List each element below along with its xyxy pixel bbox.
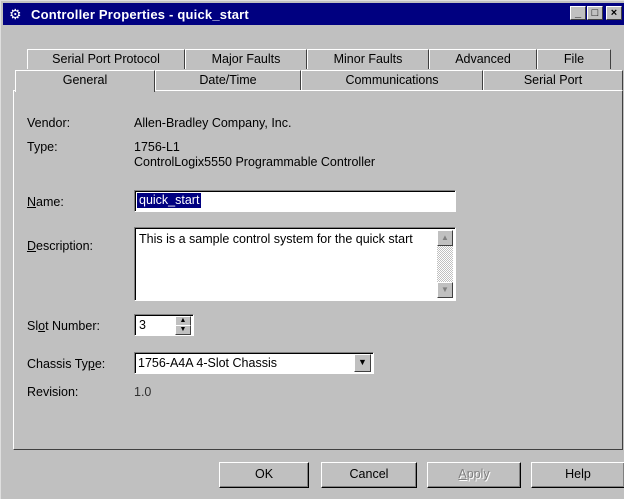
slot-number-spinner[interactable]: 3 ▲ ▼ — [134, 314, 194, 336]
help-button[interactable]: Help — [531, 462, 624, 488]
chassis-label-accelerator: p — [87, 357, 95, 371]
apply-accelerator: A — [458, 467, 467, 481]
chassis-type-dropdown[interactable]: 1756-A4A 4-Slot Chassis ▼ — [134, 352, 374, 374]
chassis-type-value: 1756-A4A 4-Slot Chassis — [138, 356, 277, 370]
vendor-value: Allen-Bradley Company, Inc. — [134, 116, 292, 130]
cancel-button[interactable]: Cancel — [321, 462, 417, 488]
controller-properties-dialog: ⚙ Controller Properties - quick_start _ … — [0, 0, 624, 499]
controller-icon: ⚙ — [9, 6, 22, 22]
maximize-button[interactable]: □ — [587, 6, 603, 20]
tab-advanced[interactable]: Advanced — [429, 49, 537, 69]
tab-minor-faults[interactable]: Minor Faults — [307, 49, 429, 69]
name-label: Name: — [27, 195, 64, 209]
general-tab-panel: Vendor: Allen-Bradley Company, Inc. Type… — [13, 90, 623, 450]
description-label-accelerator: D — [27, 239, 37, 253]
tab-general[interactable]: General — [15, 70, 155, 92]
tab-major-faults[interactable]: Major Faults — [185, 49, 307, 69]
description-value: This is a sample control system for the … — [139, 232, 413, 246]
tab-serial-port-protocol[interactable]: Serial Port Protocol — [27, 49, 185, 69]
name-input-value: quick_start — [137, 193, 202, 208]
close-button[interactable]: × — [606, 6, 622, 20]
scroll-up-arrow-icon[interactable]: ▲ — [437, 230, 453, 246]
slot-label-rest: t Number: — [45, 319, 100, 333]
name-input[interactable]: quick_start — [134, 190, 456, 212]
description-label: Description: — [27, 239, 93, 253]
type-description-value: ControlLogix5550 Programmable Controller — [134, 155, 376, 169]
type-model-value: 1756-L1 — [134, 140, 180, 154]
type-label: Type: — [27, 140, 58, 154]
revision-label: Revision: — [27, 385, 79, 399]
tab-date-time[interactable]: Date/Time — [155, 70, 301, 92]
tab-file[interactable]: File — [537, 49, 611, 69]
name-label-text: ame: — [36, 195, 64, 209]
chassis-label-pre: Chassis Ty — [27, 357, 88, 371]
apply-label-rest: pply — [466, 467, 490, 481]
slot-label-pre: Sl — [27, 319, 39, 333]
slot-number-value: 3 — [139, 318, 146, 332]
name-label-accelerator: N — [27, 195, 37, 209]
window-title: Controller Properties - quick_start — [31, 6, 249, 22]
title-bar[interactable]: ⚙ Controller Properties - quick_start _ … — [3, 3, 624, 25]
tab-communications[interactable]: Communications — [301, 70, 483, 92]
apply-button[interactable]: Apply — [427, 462, 521, 488]
vendor-label: Vendor: — [27, 116, 71, 130]
chassis-label-rest: e: — [94, 357, 106, 371]
slot-number-label: Slot Number: — [27, 319, 100, 333]
scroll-down-arrow-icon[interactable]: ▼ — [437, 282, 453, 298]
description-textarea[interactable]: This is a sample control system for the … — [134, 227, 456, 301]
tab-serial-port[interactable]: Serial Port — [483, 70, 623, 92]
revision-value: 1.0 — [134, 385, 152, 399]
minimize-button[interactable]: _ — [570, 6, 586, 20]
description-label-text: escription: — [36, 239, 94, 253]
chevron-down-icon[interactable]: ▼ — [354, 354, 371, 372]
ok-button[interactable]: OK — [219, 462, 309, 488]
spin-down-arrow-icon[interactable]: ▼ — [175, 325, 191, 335]
chassis-type-label: Chassis Type: — [27, 357, 105, 371]
